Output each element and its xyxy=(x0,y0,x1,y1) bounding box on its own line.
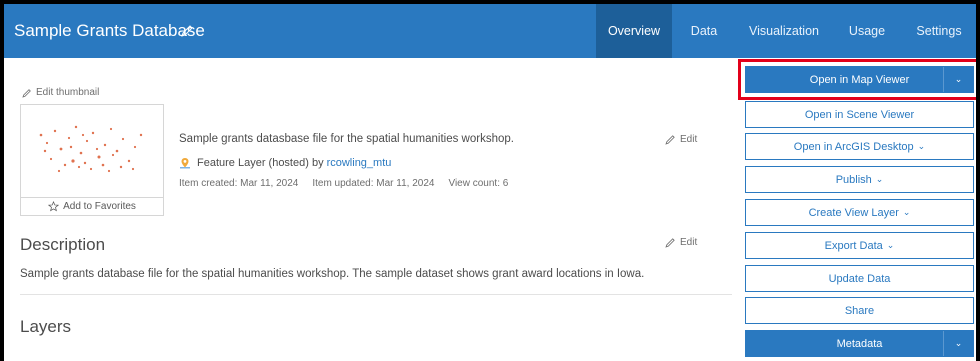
chevron-down-icon: ⌄ xyxy=(875,174,884,184)
edit-thumbnail-link[interactable]: Edit thumbnail xyxy=(22,87,99,98)
export-data-button[interactable]: Export Data ⌄ xyxy=(745,232,974,259)
view-count: View count: 6 xyxy=(448,178,509,189)
created-date: Item created: Mar 11, 2024 xyxy=(179,178,299,189)
updated-date: Item updated: Mar 11, 2024 xyxy=(312,178,435,189)
layers-heading: Layers xyxy=(20,317,72,336)
share-button[interactable]: Share xyxy=(745,297,974,324)
chevron-down-icon: ⌄ xyxy=(917,141,926,151)
item-header: Sample Grants Database Overview Data Vis… xyxy=(4,4,976,58)
metadata-button[interactable]: Metadata ⌄ xyxy=(745,330,974,357)
feature-layer-icon xyxy=(180,158,190,169)
chevron-down-icon: ⌄ xyxy=(886,240,895,250)
tab-visualization[interactable]: Visualization xyxy=(744,4,824,58)
open-in-arcgis-desktop-label: Open in ArcGIS Desktop xyxy=(793,140,914,153)
metadata-dropdown[interactable]: ⌄ xyxy=(943,331,973,356)
map-dots-thumbnail xyxy=(39,125,143,173)
open-in-scene-viewer-button[interactable]: Open in Scene Viewer xyxy=(745,101,974,128)
edit-description-link[interactable]: Edit xyxy=(665,237,697,248)
publish-label: Publish xyxy=(835,173,872,186)
publish-button[interactable]: Publish ⌄ xyxy=(745,166,974,193)
item-type-text: Feature Layer (hosted) by xyxy=(197,157,324,169)
open-in-scene-viewer-label: Open in Scene Viewer xyxy=(804,108,915,121)
description-text: Sample grants database file for the spat… xyxy=(20,268,645,280)
tab-settings[interactable]: Settings xyxy=(909,4,969,58)
pencil-icon xyxy=(665,135,675,145)
metadata-label: Metadata xyxy=(836,337,883,350)
update-data-label: Update Data xyxy=(828,272,891,285)
item-thumbnail: Add to Favorites xyxy=(20,104,164,216)
section-divider xyxy=(20,294,732,295)
chevron-down-icon: ⌄ xyxy=(954,338,963,348)
add-to-favorites-label: Add to Favorites xyxy=(63,201,136,212)
edit-description-label: Edit xyxy=(680,237,698,248)
chevron-down-icon: ⌄ xyxy=(902,207,911,217)
edit-summary-label: Edit xyxy=(680,134,698,145)
item-summary: Sample grants datasbase file for the spa… xyxy=(179,133,514,145)
item-page: Sample Grants Database Overview Data Vis… xyxy=(4,4,976,361)
export-data-label: Export Data xyxy=(824,239,883,252)
item-title: Sample Grants Database xyxy=(14,21,205,40)
item-meta: Item created: Mar 11, 2024 Item updated:… xyxy=(179,178,508,189)
open-in-arcgis-desktop-button[interactable]: Open in ArcGIS Desktop ⌄ xyxy=(745,133,974,160)
share-label: Share xyxy=(844,304,875,317)
create-view-layer-label: Create View Layer xyxy=(808,206,899,219)
pencil-icon xyxy=(665,238,675,248)
star-icon xyxy=(48,201,60,212)
create-view-layer-button[interactable]: Create View Layer ⌄ xyxy=(745,199,974,226)
description-heading: Description xyxy=(20,235,106,254)
add-to-favorites-button[interactable]: Add to Favorites xyxy=(21,197,163,215)
item-type-line: Feature Layer (hosted) by rcowling_mtu xyxy=(179,157,391,169)
pencil-icon xyxy=(22,88,31,98)
owner-link[interactable]: rcowling_mtu xyxy=(327,157,392,169)
tab-usage[interactable]: Usage xyxy=(842,4,892,58)
edit-summary-link[interactable]: Edit xyxy=(665,134,697,145)
tab-overview[interactable]: Overview xyxy=(596,4,672,58)
tab-data[interactable]: Data xyxy=(682,4,726,58)
edit-title-pencil-icon[interactable] xyxy=(180,24,194,38)
red-highlight-box xyxy=(738,59,976,100)
edit-thumbnail-label: Edit thumbnail xyxy=(36,87,100,98)
update-data-button[interactable]: Update Data xyxy=(745,265,974,292)
